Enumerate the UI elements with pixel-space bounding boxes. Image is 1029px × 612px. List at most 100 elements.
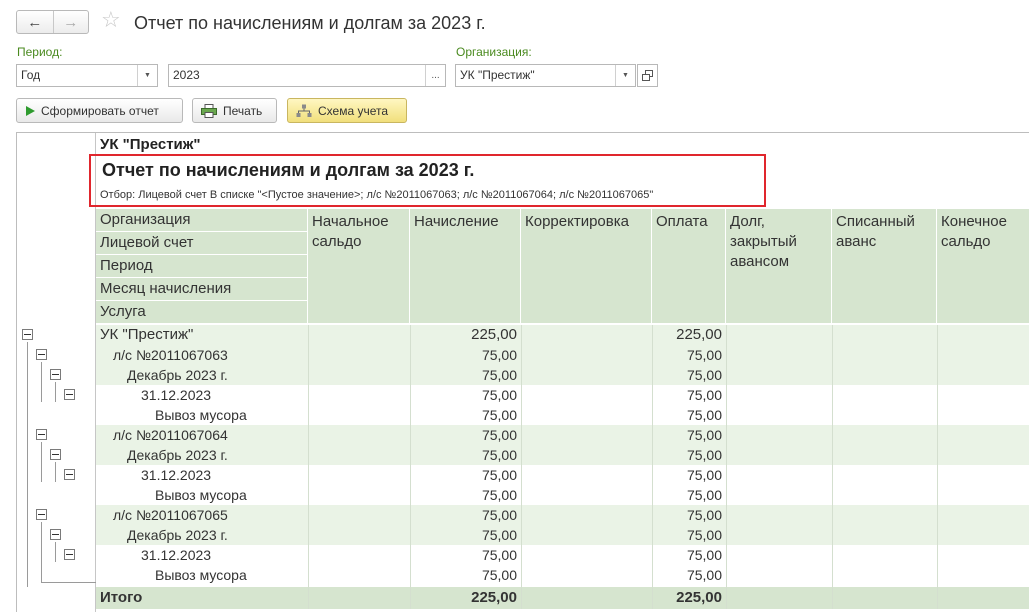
row-label: Декабрь 2023 г. <box>127 367 228 383</box>
collapse-toggle-icon[interactable] <box>50 369 61 380</box>
triangle-down-icon: ▼ <box>622 72 629 79</box>
print-label: Печать <box>223 103 263 118</box>
play-icon <box>25 105 35 116</box>
row-payment: 75,00 <box>686 347 722 363</box>
header-correction: Корректировка <box>521 209 652 324</box>
accounting-scheme-label: Схема учета <box>318 103 389 118</box>
period-type-value: Год <box>21 68 41 82</box>
row-label: л/с №2011067063 <box>113 347 228 363</box>
organization-label: Организация: <box>456 45 532 59</box>
row-accrual: 75,00 <box>481 507 517 523</box>
table-row[interactable]: Декабрь 2023 г. 75,00 75,00 <box>96 365 1029 385</box>
row-label: Вывоз мусора <box>155 487 247 503</box>
navigation-buttons: ← → <box>16 10 89 34</box>
collapse-toggle-icon[interactable] <box>36 509 47 520</box>
header-payment: Оплата <box>652 209 726 324</box>
header-debt-closed: Долг, закрытый авансом <box>726 209 832 324</box>
row-label: 31.12.2023 <box>141 547 212 563</box>
report-area[interactable]: УК "Престиж" Отчет по начислениям и долг… <box>16 132 1029 612</box>
row-label: Декабрь 2023 г. <box>127 527 228 543</box>
table-row[interactable]: Вывоз мусора 75,00 75,00 <box>96 405 1029 425</box>
table-row[interactable]: л/с №2011067064 75,00 75,00 <box>96 425 1029 445</box>
column-divider <box>521 325 522 609</box>
header-service: Услуга <box>96 301 308 324</box>
column-divider <box>726 325 727 609</box>
column-divider <box>652 325 653 609</box>
report-organization-heading: УК "Престиж" <box>100 136 201 153</box>
period-value-field[interactable]: 2023 ... <box>168 64 446 87</box>
row-accrual: 75,00 <box>481 547 517 563</box>
organization-select[interactable]: УК "Престиж" ▼ <box>455 64 636 87</box>
highlight-frame <box>89 154 766 207</box>
period-type-dropdown-button[interactable]: ▼ <box>137 65 157 86</box>
back-button[interactable]: ← <box>17 11 53 33</box>
tree-line <box>41 442 42 482</box>
row-payment: 75,00 <box>686 467 722 483</box>
header-month: Месяц начисления <box>96 278 308 301</box>
column-divider <box>937 325 938 609</box>
forward-button[interactable]: → <box>52 11 89 33</box>
generate-report-label: Сформировать отчет <box>41 103 159 118</box>
row-label: Вывоз мусора <box>155 567 247 583</box>
collapse-toggle-icon[interactable] <box>50 529 61 540</box>
row-label: 31.12.2023 <box>141 467 212 483</box>
organization-dropdown-button[interactable]: ▼ <box>615 65 635 86</box>
row-payment: 75,00 <box>686 427 722 443</box>
accounting-scheme-button[interactable]: Схема учета <box>287 98 407 123</box>
total-row[interactable]: Итого 225,00 225,00 <box>96 587 1029 609</box>
table-row[interactable]: 31.12.2023 75,00 75,00 <box>96 545 1029 565</box>
header-closing-balance: Конечное сальдо <box>937 209 1029 324</box>
total-label: Итого <box>100 589 143 606</box>
table-row[interactable]: 31.12.2023 75,00 75,00 <box>96 385 1029 405</box>
header-written-off-advance: Списанный аванс <box>832 209 937 324</box>
row-payment: 75,00 <box>686 567 722 583</box>
row-accrual: 75,00 <box>481 387 517 403</box>
favorite-star-icon[interactable]: ☆ <box>101 8 121 32</box>
period-select-button[interactable]: ... <box>425 65 445 86</box>
organization-open-button[interactable] <box>637 64 658 87</box>
row-label: Вывоз мусора <box>155 407 247 423</box>
column-divider <box>410 325 411 609</box>
page-title: Отчет по начислениям и долгам за 2023 г. <box>134 13 486 33</box>
printer-icon <box>201 103 217 118</box>
print-button[interactable]: Печать <box>192 98 277 123</box>
organization-value: УК "Престиж" <box>460 68 535 82</box>
row-payment: 75,00 <box>686 387 722 403</box>
collapse-toggle-icon[interactable] <box>64 469 75 480</box>
period-value: 2023 <box>173 68 200 82</box>
header-accrual: Начисление <box>410 209 521 324</box>
collapse-toggle-icon[interactable] <box>36 429 47 440</box>
table-row[interactable]: 31.12.2023 75,00 75,00 <box>96 465 1029 485</box>
table-row[interactable]: Вывоз мусора 75,00 75,00 <box>96 485 1029 505</box>
table-row[interactable]: Вывоз мусора 75,00 75,00 <box>96 565 1029 585</box>
row-payment: 75,00 <box>686 487 722 503</box>
collapse-toggle-icon[interactable] <box>64 549 75 560</box>
table-row[interactable]: Декабрь 2023 г. 75,00 75,00 <box>96 445 1029 465</box>
arrow-left-icon: ← <box>27 13 43 31</box>
column-divider <box>308 325 309 609</box>
collapse-toggle-icon[interactable] <box>36 349 47 360</box>
collapse-toggle-icon[interactable] <box>64 389 75 400</box>
period-type-select[interactable]: Год ▼ <box>16 64 158 87</box>
row-accrual: 75,00 <box>481 467 517 483</box>
row-accrual: 75,00 <box>481 347 517 363</box>
generate-report-button[interactable]: Сформировать отчет <box>16 98 183 123</box>
row-payment: 75,00 <box>686 447 722 463</box>
table-row[interactable]: л/с №2011067063 75,00 75,00 <box>96 345 1029 365</box>
scheme-icon <box>296 104 312 118</box>
tree-line <box>55 542 56 562</box>
table-row[interactable]: Декабрь 2023 г. 75,00 75,00 <box>96 525 1029 545</box>
period-label: Период: <box>17 45 63 59</box>
row-accrual: 75,00 <box>481 567 517 583</box>
row-payment: 225,00 <box>676 326 722 343</box>
table-row[interactable]: УК "Престиж" 225,00 225,00 <box>96 325 1029 345</box>
row-label: УК "Престиж" <box>100 326 194 343</box>
row-payment: 75,00 <box>686 527 722 543</box>
column-divider <box>832 325 833 609</box>
collapse-toggle-icon[interactable] <box>50 449 61 460</box>
collapse-toggle-icon[interactable] <box>22 329 33 340</box>
table-row[interactable]: л/с №2011067065 75,00 75,00 <box>96 505 1029 525</box>
tree-line <box>55 462 56 482</box>
row-label: 31.12.2023 <box>141 387 212 403</box>
header-opening-balance: Начальное сальдо <box>308 209 410 324</box>
